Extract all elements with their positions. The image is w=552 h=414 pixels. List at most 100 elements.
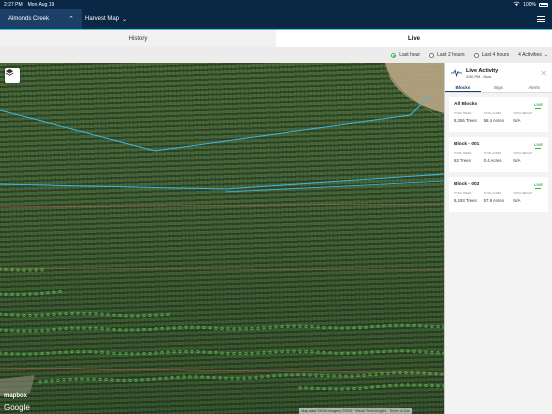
tree-marker	[400, 323, 404, 327]
tree-marker	[388, 349, 392, 353]
tree-marker	[374, 372, 378, 376]
tree-marker	[290, 373, 294, 377]
layers-button[interactable]	[5, 68, 20, 83]
tree-marker	[160, 313, 164, 317]
tree-marker	[316, 350, 320, 354]
tree-marker	[370, 325, 374, 329]
tree-marker	[74, 377, 78, 381]
tab-live[interactable]: Live	[276, 29, 552, 47]
metric-value: 0.4 Acres	[483, 158, 502, 163]
tree-marker	[10, 268, 14, 272]
tree-marker	[436, 325, 440, 329]
tree-marker	[28, 352, 32, 356]
tree-marker	[344, 374, 348, 378]
tree-marker	[376, 385, 380, 389]
tree-marker	[160, 326, 164, 330]
tree-marker	[22, 268, 26, 272]
tree-marker	[214, 326, 218, 330]
tab-alerts[interactable]: Alerts	[516, 83, 552, 92]
tree-marker	[304, 324, 308, 328]
tree-marker	[280, 349, 284, 353]
map-type-selector[interactable]: Harvest Map ⌄	[82, 16, 130, 23]
filter-last-hour[interactable]: Last hour	[391, 52, 420, 58]
tree-marker	[122, 378, 126, 382]
block-card[interactable]: Block - 001 LIVE Total Trees 63 Trees Tot…	[449, 137, 548, 172]
tree-marker	[142, 314, 146, 318]
tree-marker	[314, 373, 318, 377]
tree-marker	[208, 326, 212, 330]
tree-marker	[10, 352, 14, 356]
tree-marker	[244, 327, 248, 331]
tree-marker	[106, 351, 110, 355]
metric-label: Total Trees	[454, 152, 472, 155]
tree-marker	[22, 313, 26, 317]
tree-marker	[364, 386, 368, 390]
tree-marker	[304, 386, 308, 390]
terms-link[interactable]: Terms of Use	[389, 409, 410, 413]
close-icon[interactable]: ✕	[540, 69, 547, 78]
tree-marker	[352, 326, 356, 330]
tree-marker	[232, 327, 236, 331]
tree-marker	[100, 327, 104, 331]
menu-icon[interactable]	[530, 9, 552, 29]
tree-marker	[82, 326, 86, 330]
google-logo: Google	[4, 403, 30, 412]
tree-marker	[392, 371, 396, 375]
tree-marker	[58, 290, 62, 294]
tree-marker	[62, 378, 66, 382]
tree-marker	[334, 387, 338, 391]
block-card[interactable]: Block - 002 LIVE Total Trees 8,193 Trees …	[449, 177, 548, 212]
tree-marker	[196, 325, 200, 329]
tree-marker	[352, 351, 356, 355]
tree-marker	[172, 350, 176, 354]
battery-icon	[539, 2, 548, 7]
chevron-down-icon: ⌄	[543, 52, 548, 58]
status-date: Mon Aug 19	[27, 1, 55, 8]
tab-history[interactable]: History	[0, 29, 276, 47]
tree-marker	[388, 324, 392, 328]
tree-marker	[152, 377, 156, 381]
tree-marker	[34, 292, 38, 296]
tree-marker	[346, 351, 350, 355]
satellite-map[interactable]: mapbox Google Map data ©2019 Imagery ©20…	[0, 63, 444, 414]
tree-marker	[406, 349, 410, 353]
tab-blocks[interactable]: Blocks	[445, 83, 481, 92]
tree-marker	[124, 352, 128, 356]
tree-marker	[328, 326, 332, 330]
tree-marker	[268, 350, 272, 354]
tree-marker	[356, 374, 360, 378]
tree-marker	[182, 375, 186, 379]
tree-marker	[340, 326, 344, 330]
tab-bigs[interactable]: Bigs	[481, 83, 517, 92]
tree-marker	[358, 351, 362, 355]
metric-label: Total Weight	[513, 192, 533, 195]
tree-marker	[250, 327, 254, 331]
top-nav: Almonds Creek ⌃ Harvest Map ⌄	[0, 9, 552, 29]
tree-marker	[320, 374, 324, 378]
farm-selector[interactable]: Almonds Creek ⌃	[0, 9, 82, 29]
block-card[interactable]: All Blocks LIVE Total Trees 8,256 Trees T…	[449, 97, 548, 132]
harvest-track-line	[0, 173, 444, 190]
tree-marker	[40, 291, 44, 295]
tree-marker	[304, 349, 308, 353]
panel-time-range: 3:50 PM - Now	[466, 74, 492, 79]
tree-marker	[424, 383, 428, 387]
tree-marker	[388, 384, 392, 388]
tree-marker	[424, 324, 428, 328]
tree-marker	[244, 352, 248, 356]
tree-marker	[272, 374, 276, 378]
tree-marker	[46, 291, 50, 295]
tree-marker	[266, 374, 270, 378]
tree-marker	[256, 326, 260, 330]
tree-marker	[106, 327, 110, 331]
tree-marker	[130, 328, 134, 332]
filter-last-2-hours[interactable]: Last 2 hours	[429, 52, 465, 58]
tree-marker	[50, 379, 54, 383]
filter-last-4-hours[interactable]: Last 4 hours	[473, 52, 509, 58]
tree-marker	[86, 377, 90, 381]
tree-marker	[112, 351, 116, 355]
activities-dropdown[interactable]: 4 Activities ⌄	[518, 52, 548, 58]
tree-marker	[346, 326, 350, 330]
metric-value: N/A	[513, 198, 521, 203]
live-badge: LIVE	[534, 142, 543, 147]
